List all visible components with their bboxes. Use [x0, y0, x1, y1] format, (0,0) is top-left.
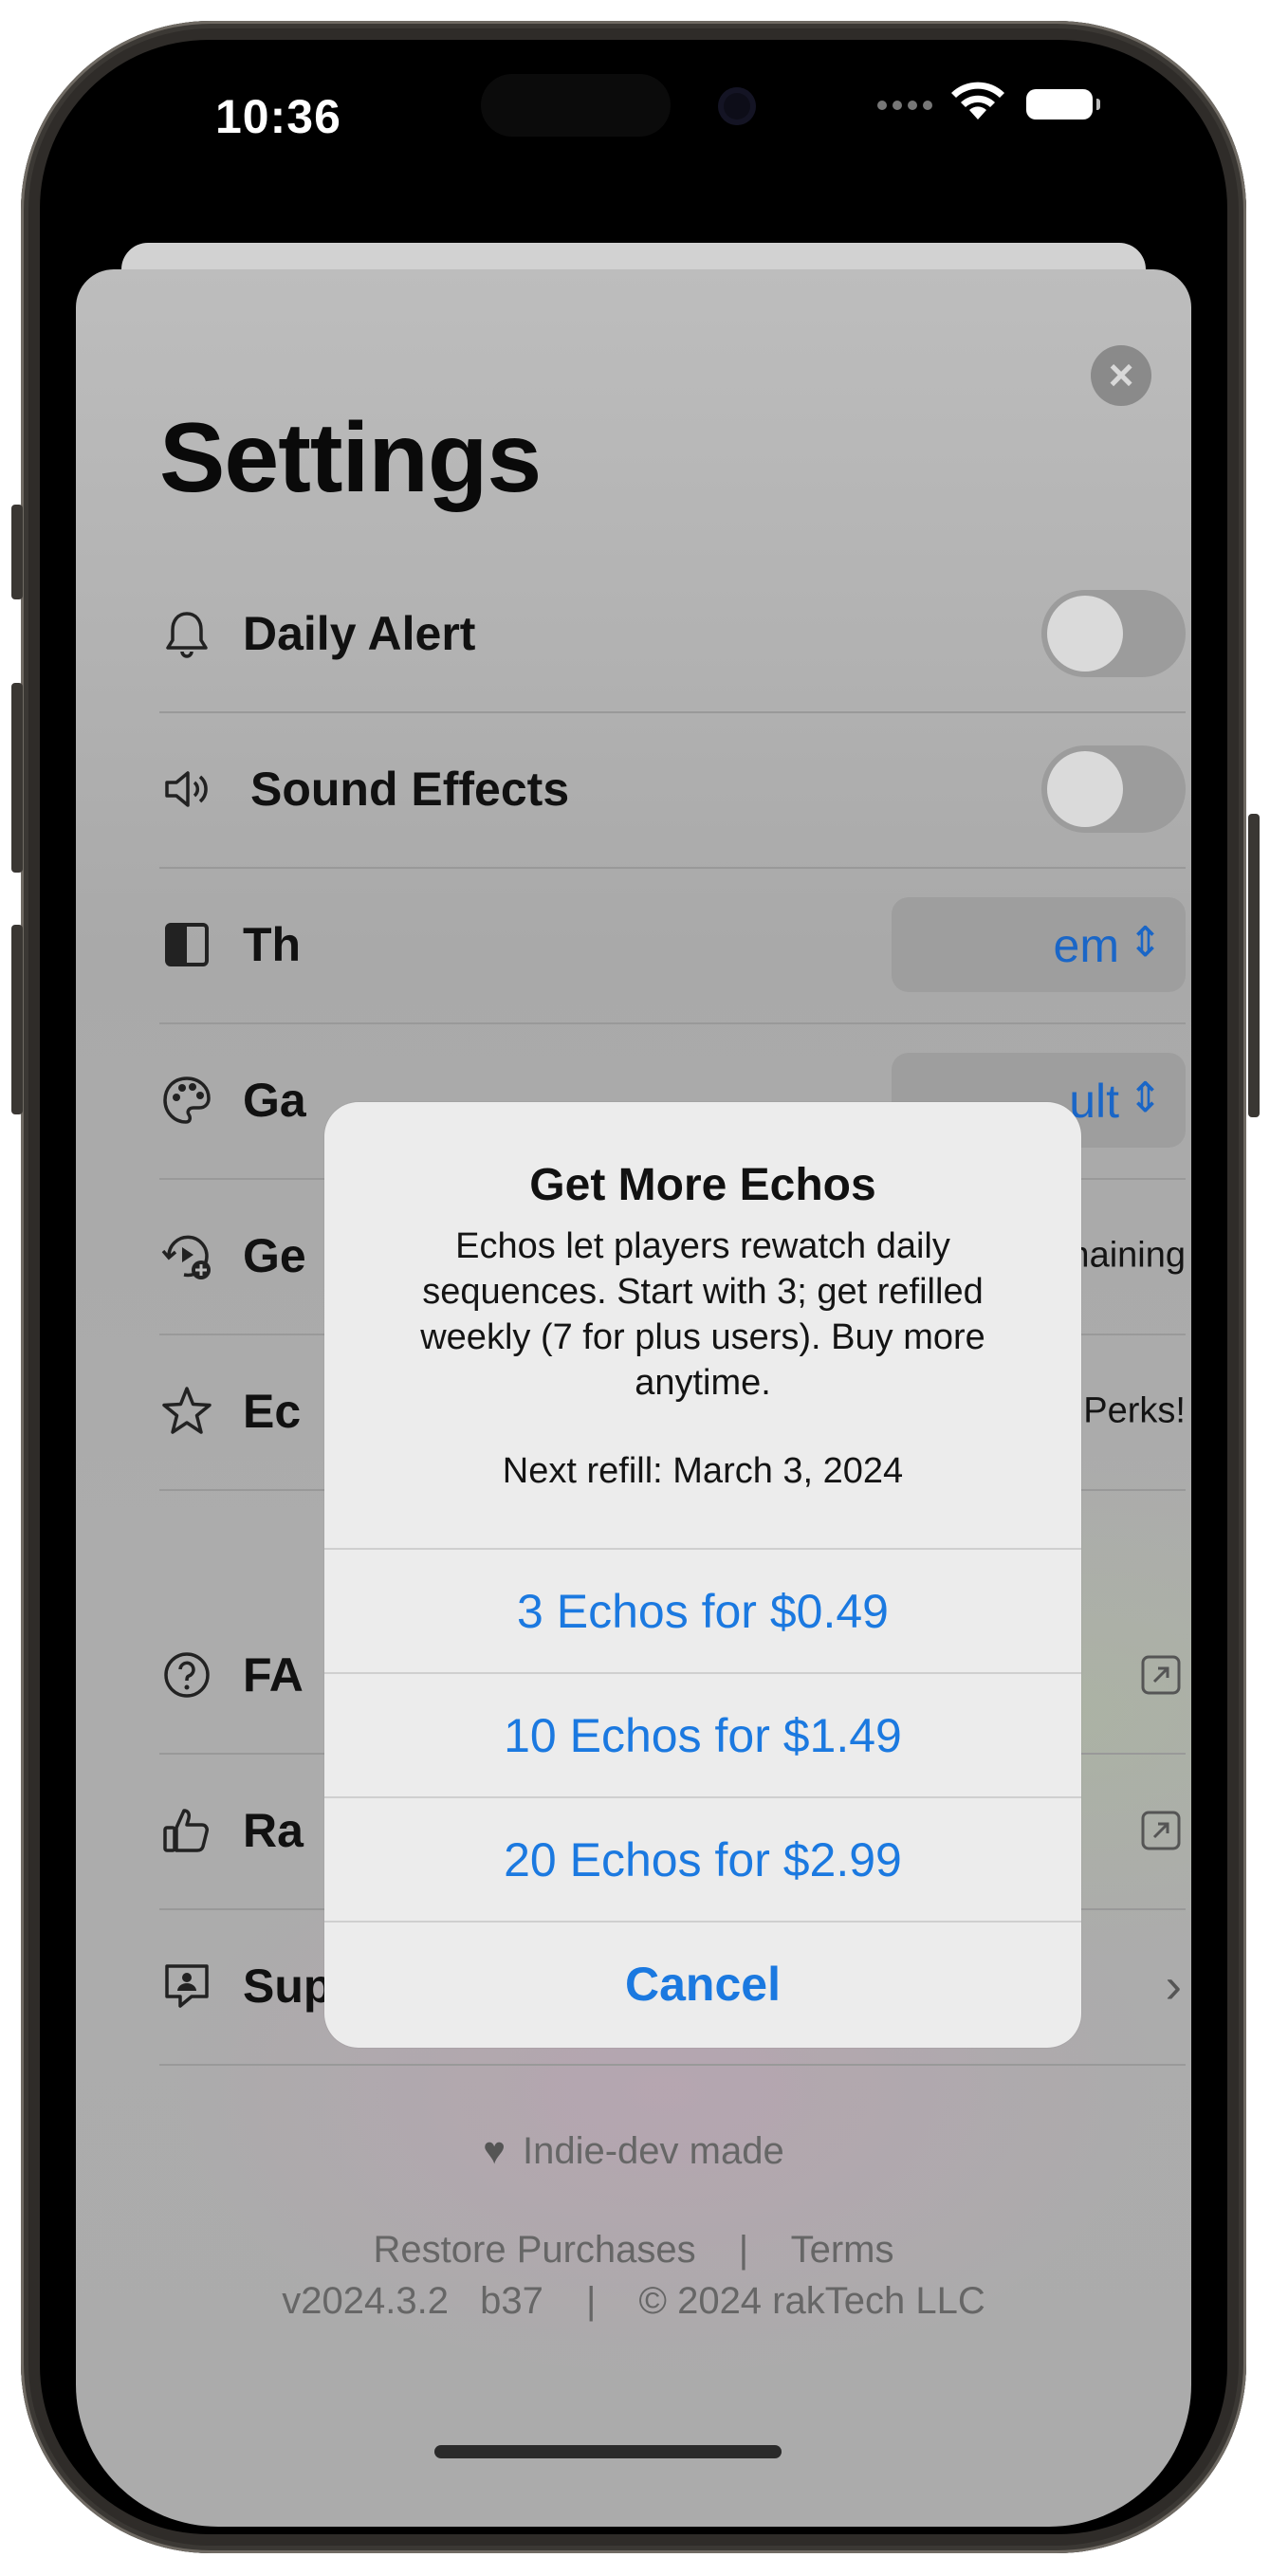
chevron-updown-icon: ⇕	[1128, 919, 1163, 966]
settings-row-sound-effects[interactable]: Sound Effects	[159, 711, 1186, 869]
theme-icon	[165, 923, 209, 966]
indie-dev-text: Indie-dev made	[523, 2130, 784, 2172]
copyright-text: © 2024 rakTech LLC	[638, 2280, 985, 2322]
cellular-signal-icon	[877, 101, 932, 110]
next-refill-text: Next refill: March 3, 2024	[502, 1451, 904, 1491]
perks-text: Perks!	[1083, 1390, 1186, 1431]
faq-label: FA	[243, 1648, 304, 1702]
daily-alert-label: Daily Alert	[243, 607, 476, 660]
settings-row-theme[interactable]: Th em ⇕	[159, 867, 1186, 1024]
sound-effects-label: Sound Effects	[250, 763, 570, 816]
battery-icon	[1026, 89, 1100, 120]
chevron-right-icon: ›	[1165, 1959, 1182, 2014]
version-info: v2024.3.2 b37 | © 2024 rakTech LLC	[76, 2280, 1191, 2323]
theme-label: Th	[243, 918, 302, 971]
alert-message: Echos let players rewatch daily sequence…	[420, 1226, 985, 1403]
settings-sheet: × Settings Daily Alert Sound Effects Th …	[76, 269, 1191, 2527]
action-button	[11, 505, 23, 599]
terms-link[interactable]: Terms	[791, 2229, 894, 2271]
echo-plus-label: Ec	[243, 1385, 302, 1438]
cancel-button[interactable]: Cancel	[324, 1921, 1081, 2047]
heart-icon: ♥	[483, 2130, 506, 2172]
daily-alert-toggle[interactable]	[1041, 590, 1186, 677]
alert-title: Get More Echos	[529, 1160, 876, 1210]
buy-20-echos-button[interactable]: 20 Echos for $2.99	[324, 1796, 1081, 1923]
indie-dev-credit: ♥ Indie-dev made	[76, 2130, 1191, 2173]
page-title: Settings	[159, 403, 542, 513]
question-icon	[164, 1652, 210, 1698]
restore-purchases-link[interactable]: Restore Purchases	[374, 2229, 696, 2271]
external-link-icon[interactable]	[1140, 1810, 1182, 1851]
screen: 10:36 × Settings Daily Alert Sound Effec…	[40, 40, 1227, 2534]
theme-value: em	[1053, 919, 1119, 972]
replay-plus-icon	[161, 1235, 211, 1279]
front-camera	[718, 87, 756, 125]
buy-10-echos-button[interactable]: 10 Echos for $1.49	[324, 1672, 1081, 1798]
build-text: b37	[480, 2280, 543, 2322]
external-link-icon[interactable]	[1140, 1654, 1182, 1696]
volume-up-button	[11, 683, 23, 873]
close-button[interactable]: ×	[1091, 345, 1151, 406]
toggle-knob	[1047, 751, 1123, 827]
footer-separator: |	[585, 2280, 597, 2322]
home-indicator[interactable]	[434, 2445, 782, 2458]
status-time: 10:36	[215, 90, 341, 143]
get-more-echos-alert: Get More Echos Echos let players rewatch…	[324, 1102, 1081, 2048]
volume-down-button	[11, 925, 23, 1114]
wifi-icon	[951, 82, 1004, 120]
support-icon	[165, 1964, 209, 2008]
rate-label: Ra	[243, 1804, 304, 1857]
speaker-icon	[165, 771, 208, 807]
chevron-updown-icon: ⇕	[1128, 1075, 1163, 1121]
sound-effects-toggle[interactable]	[1041, 745, 1186, 833]
theme-picker[interactable]: em ⇕	[892, 897, 1186, 992]
dynamic-island	[481, 74, 671, 137]
bell-icon	[166, 612, 208, 658]
footer-links: Restore Purchases | Terms	[76, 2229, 1191, 2272]
star-icon	[162, 1387, 212, 1434]
thumbs-up-icon	[163, 1809, 209, 1852]
buy-3-echos-button[interactable]: 3 Echos for $0.49	[324, 1548, 1081, 1674]
version-text: v2024.3.2	[282, 2280, 449, 2322]
footer-separator: |	[738, 2229, 749, 2271]
get-echos-label: Ge	[243, 1229, 306, 1282]
settings-row-daily-alert[interactable]: Daily Alert	[159, 556, 1186, 713]
game-label: Ga	[243, 1074, 306, 1127]
power-button	[1248, 814, 1260, 1117]
toggle-knob	[1047, 596, 1123, 672]
palette-icon	[163, 1076, 211, 1124]
